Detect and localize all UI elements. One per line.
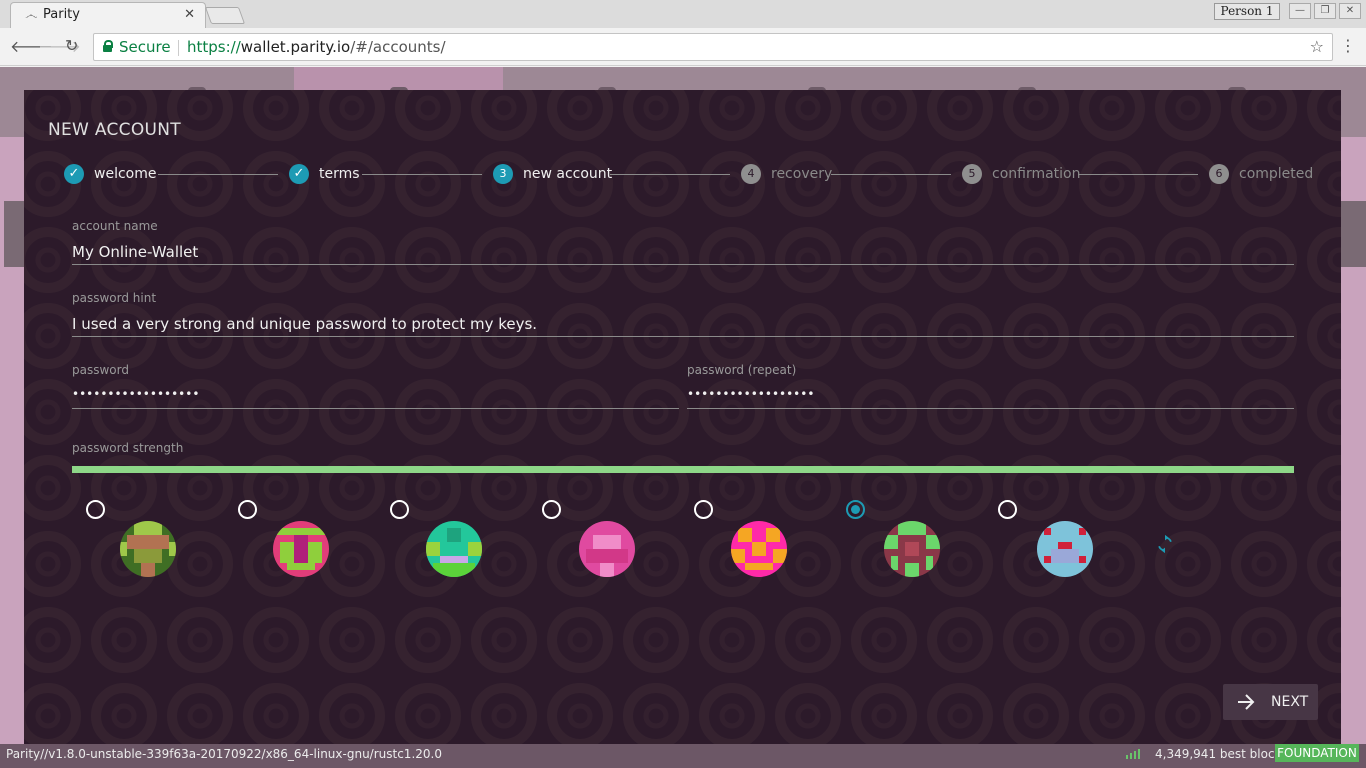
identicon-4[interactable] [579,521,635,577]
lock-icon [103,40,113,52]
identicon-radio-7[interactable] [998,500,1017,519]
step-label: terms [319,166,360,182]
step-label: confirmation [992,166,1081,182]
window-close-icon[interactable]: ✕ [1339,3,1361,19]
identicon-radio-3[interactable] [390,500,409,519]
tab-close-icon[interactable]: ✕ [184,3,195,27]
account-name-label: account name [72,219,158,233]
password-strength-bar [72,466,1294,473]
next-button[interactable]: NEXT [1223,684,1318,720]
identicon-1[interactable] [120,521,176,577]
browser-menu-icon[interactable]: ⋮ [1340,36,1356,55]
identicon-radio-6[interactable] [846,500,865,519]
refresh-identicons-icon[interactable] [1154,533,1176,555]
password-repeat-underline [687,408,1294,409]
chain-badge: FOUNDATION [1275,744,1359,762]
identicon-6[interactable] [884,521,940,577]
next-button-label: NEXT [1271,694,1309,710]
version-string: Parity//v1.8.0-unstable-339f63a-20170922… [6,747,442,761]
restore-icon[interactable]: ❐ [1314,3,1336,19]
url-scheme: https:// [187,38,241,56]
bookmark-star-icon[interactable]: ☆ [1310,34,1324,60]
password-strength-label: password strength [72,441,184,455]
account-name-input[interactable]: My Online-Wallet [72,243,198,261]
parity-favicon-icon: ෴ [25,8,38,23]
identicon-3[interactable] [426,521,482,577]
signal-bars-icon [1126,749,1140,759]
identicon-2[interactable] [273,521,329,577]
identicon-radio-2[interactable] [238,500,257,519]
profile-button[interactable]: Person 1 [1214,3,1280,20]
step-label: welcome [94,166,157,182]
password-repeat-label: password (repeat) [687,363,797,377]
step-connector [1078,174,1198,175]
password-hint-underline [72,336,1294,337]
url-path: /#/accounts/ [350,38,446,56]
minimize-icon[interactable]: — [1289,3,1311,19]
step-check-icon: ✓ [64,164,84,184]
password-label: password [72,363,129,377]
browser-toolbar: 🡐 🡒 ↻ Secure https://wallet.parity.io/#/… [0,28,1366,66]
browser-tab-strip: ෴ Parity ✕ Person 1 — ❐ ✕ [0,0,1366,28]
step-number-badge: 6 [1209,164,1229,184]
step-label: recovery [771,166,833,182]
step-connector [362,174,482,175]
new-tab-button[interactable] [204,7,246,24]
step-connector [610,174,730,175]
step-number-badge: 4 [741,164,761,184]
arrow-right-icon [1238,694,1255,710]
step-number-badge: 5 [962,164,982,184]
password-repeat-input[interactable]: •••••••••••••••••• [687,387,814,401]
status-bar: Parity//v1.8.0-unstable-339f63a-20170922… [0,744,1366,768]
address-bar[interactable]: Secure https://wallet.parity.io/#/accoun… [93,33,1333,61]
password-input[interactable]: •••••••••••••••••• [72,387,199,401]
address-separator [178,40,179,56]
url-text: https://wallet.parity.io/#/accounts/ [187,34,446,60]
password-hint-label: password hint [72,291,157,305]
identicon-7[interactable] [1037,521,1093,577]
identicon-radio-1[interactable] [86,500,105,519]
password-underline [72,408,679,409]
url-host: wallet.parity.io [240,38,351,56]
secure-label: Secure [119,38,171,56]
background-pattern [24,90,1341,744]
password-hint-input[interactable]: I used a very strong and unique password… [72,315,537,333]
step-connector [831,174,951,175]
account-name-underline [72,264,1294,265]
step-label: new account [523,166,613,182]
step-label: completed [1239,166,1314,182]
step-check-icon: ✓ [289,164,309,184]
browser-tab[interactable]: ෴ Parity ✕ [10,2,206,28]
step-connector [158,174,278,175]
new-account-dialog: NEW ACCOUNT ✓ welcome ✓ terms 3 new acco… [24,90,1341,744]
identicon-radio-4[interactable] [542,500,561,519]
best-block: 4,349,941 best block [1155,747,1282,761]
identicon-5[interactable] [731,521,787,577]
tab-title: Parity [43,7,80,22]
dialog-title: NEW ACCOUNT [48,120,181,140]
identicon-radio-5[interactable] [694,500,713,519]
reload-icon[interactable]: ↻ [65,36,78,55]
step-number-badge: 3 [493,164,513,184]
